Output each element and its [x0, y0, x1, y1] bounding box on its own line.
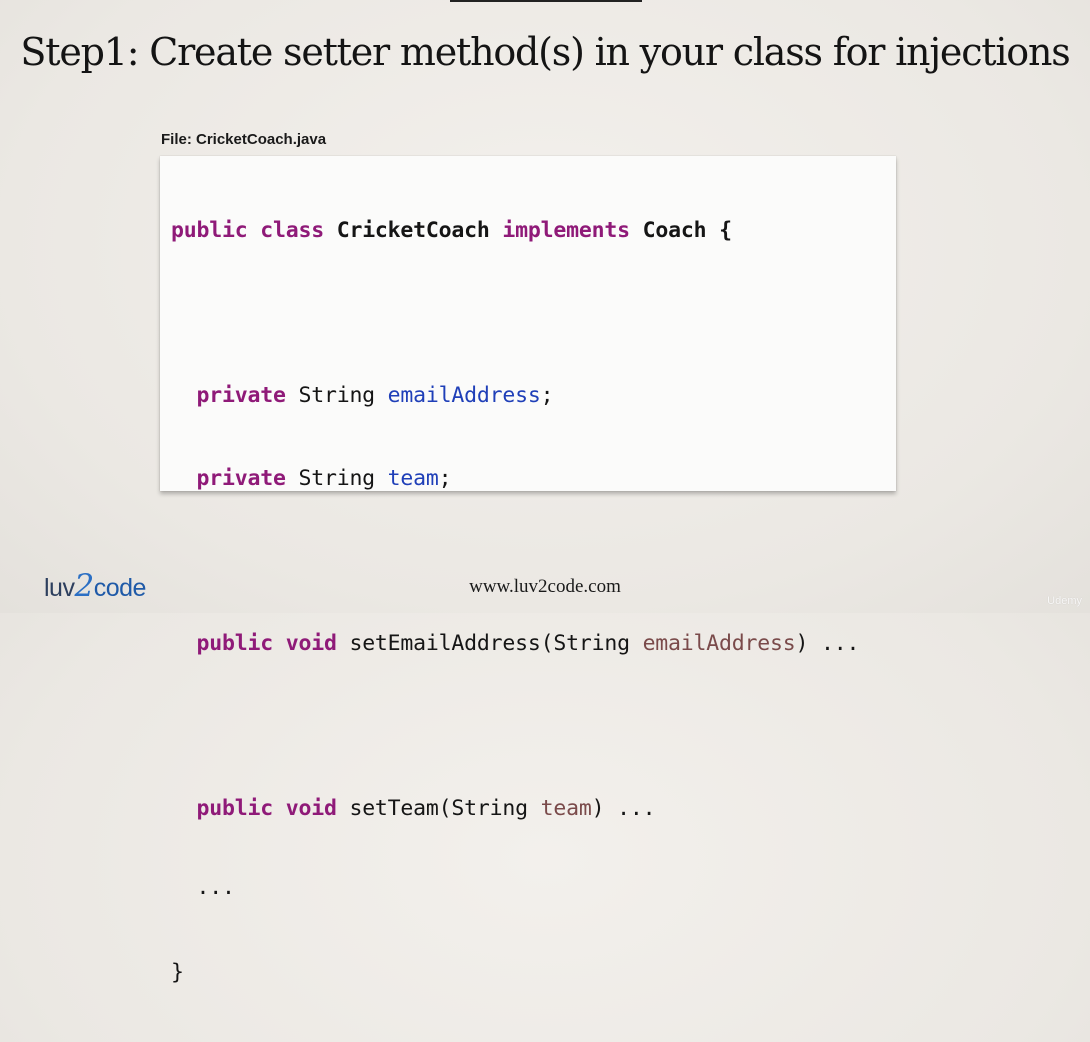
field-email-address: emailAddress — [387, 383, 541, 408]
method-end: ) ... — [795, 630, 860, 656]
code-line-close-brace: } — [171, 960, 184, 985]
code-line-class-declaration: public class CricketCoach implements Coa… — [171, 217, 859, 245]
keyword-implements: implements — [502, 218, 630, 243]
method-signature: setEmailAddress(String — [336, 630, 643, 656]
code-line-set-email-method: public void setEmailAddress(String email… — [171, 630, 860, 658]
method-signature: setTeam(String — [336, 795, 541, 821]
method-end: ) ... — [591, 795, 656, 821]
semicolon: ; — [438, 465, 452, 491]
code-line-ellipsis: ... — [171, 875, 235, 900]
type-string: String — [285, 465, 388, 491]
keyword-void: void — [285, 630, 337, 656]
field-team: team — [387, 465, 439, 491]
code-block: public class CricketCoach implements Coa… — [171, 162, 859, 1042]
class-name: CricketCoach — [336, 218, 490, 243]
open-brace: { — [706, 218, 732, 243]
udemy-watermark: Udemy — [1047, 595, 1082, 607]
param-team: team — [540, 795, 592, 821]
keyword-public: public — [171, 218, 248, 243]
code-line-set-team-method: public void setTeam(String team) ... — [171, 795, 859, 823]
keyword-public: public — [196, 795, 274, 821]
slide-title: Step1: Create setter method(s) in your c… — [20, 30, 1070, 74]
type-string: String — [285, 383, 388, 408]
keyword-void: void — [285, 795, 337, 821]
code-line-field-email: private String emailAddress; — [171, 382, 859, 410]
keyword-class: class — [260, 218, 324, 243]
param-email-address: emailAddress — [642, 630, 796, 656]
semicolon: ; — [540, 383, 554, 408]
footer-url: www.luv2code.com — [469, 576, 621, 597]
interface-name: Coach — [642, 218, 707, 243]
keyword-private: private — [196, 465, 286, 491]
keyword-private: private — [196, 383, 286, 408]
code-line-field-team: private String team; — [171, 465, 859, 493]
keyword-public: public — [196, 630, 274, 656]
file-label: File: CricketCoach.java — [161, 131, 327, 148]
code-box: public class CricketCoach implements Coa… — [160, 156, 896, 985]
top-progress-bar — [450, 0, 642, 2]
